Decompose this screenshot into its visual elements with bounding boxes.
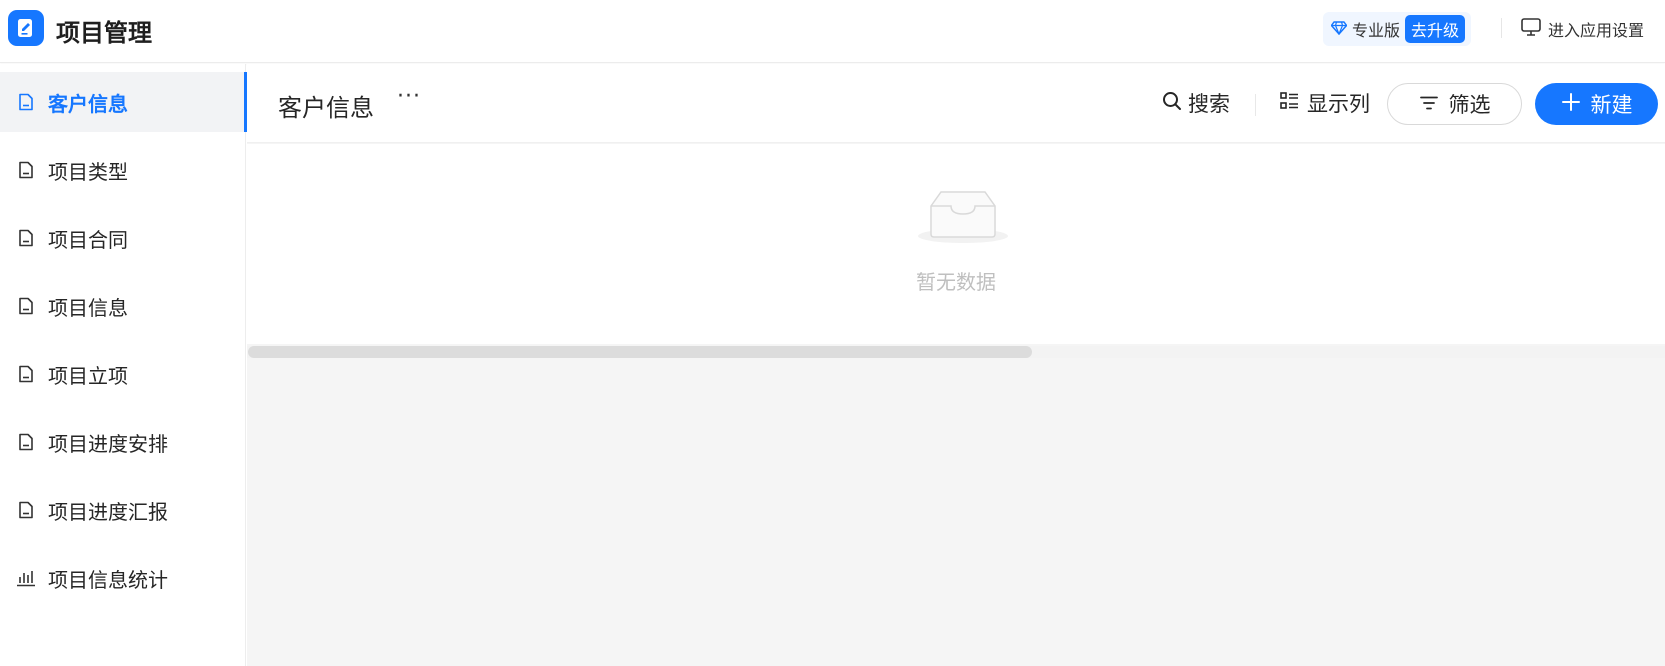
empty-inbox-icon [917,186,1009,248]
more-options-button[interactable]: ··· [397,84,421,109]
show-columns-label: 显示列 [1307,92,1370,116]
search-label: 搜索 [1188,92,1230,116]
plan-label: 专业版 [1352,21,1401,40]
filter-icon [1419,92,1439,116]
sidebar-item-label: 项目类型 [48,159,128,184]
sidebar-item-project-info[interactable]: 项目信息 [0,276,246,336]
sidebar-item-label: 项目合同 [48,227,128,252]
show-columns-button[interactable]: 显示列 [1280,88,1370,118]
sidebar-item-label: 项目信息 [48,295,128,320]
data-table-area: 暂无数据 [247,144,1665,344]
document-icon [16,92,36,112]
sidebar-item-project-type[interactable]: 项目类型 [0,140,246,200]
columns-icon [1280,91,1299,115]
sidebar-item-progress-schedule[interactable]: 项目进度安排 [0,412,246,472]
sidebar-item-customer-info[interactable]: 客户信息 [0,72,247,132]
empty-state-text: 暂无数据 [916,270,996,294]
pro-plan-badge[interactable]: 专业版 去升级 [1323,12,1472,46]
document-icon [16,432,36,452]
enter-app-settings-label: 进入应用设置 [1548,21,1645,40]
sidebar-item-label: 客户信息 [48,91,128,116]
sidebar-item-project-initiation[interactable]: 项目立项 [0,344,246,404]
sidebar-item-label: 项目进度安排 [48,431,168,456]
document-icon [16,296,36,316]
sidebar-item-statistics[interactable]: 项目信息统计 [0,548,246,608]
monitor-icon [1521,18,1541,40]
search-icon [1162,91,1182,116]
document-icon [16,364,36,384]
document-icon [16,500,36,520]
app-logo-icon [8,10,44,46]
filter-button[interactable]: 筛选 [1387,83,1522,125]
search-button[interactable]: 搜索 [1162,88,1230,118]
enter-app-settings-button[interactable]: 进入应用设置 [1521,14,1644,44]
header-divider [1501,18,1502,38]
toolbar: 客户信息 ··· 搜索 显示列 筛选 新建 [247,64,1665,143]
sidebar-item-label: 项目进度汇报 [48,499,168,524]
sidebar-item-label: 项目立项 [48,363,128,388]
new-record-button[interactable]: 新建 [1535,83,1658,125]
page-title: 客户信息 [278,94,374,122]
sidebar-item-label: 项目信息统计 [48,567,168,592]
bar-chart-icon [16,568,36,588]
main-panel: 客户信息 ··· 搜索 显示列 筛选 新建 暂无数据 [247,64,1665,666]
upgrade-button[interactable]: 去升级 [1405,15,1466,43]
horizontal-scrollbar-thumb[interactable] [248,346,1032,358]
sidebar: 客户信息 项目类型 项目合同 项目信息 项目立项 项目进度安排 项目进度汇报 项… [0,64,247,666]
document-icon [16,228,36,248]
plus-icon [1561,92,1581,117]
sidebar-item-project-contract[interactable]: 项目合同 [0,208,246,268]
toolbar-divider [1255,94,1256,116]
new-record-label: 新建 [1590,93,1633,117]
document-icon [16,160,36,180]
sidebar-item-progress-report[interactable]: 项目进度汇报 [0,480,246,540]
top-bar: 项目管理 专业版 去升级 进入应用设置 [0,0,1665,63]
app-title: 项目管理 [56,19,152,47]
diamond-icon [1330,20,1348,39]
filter-label: 筛选 [1448,93,1491,117]
